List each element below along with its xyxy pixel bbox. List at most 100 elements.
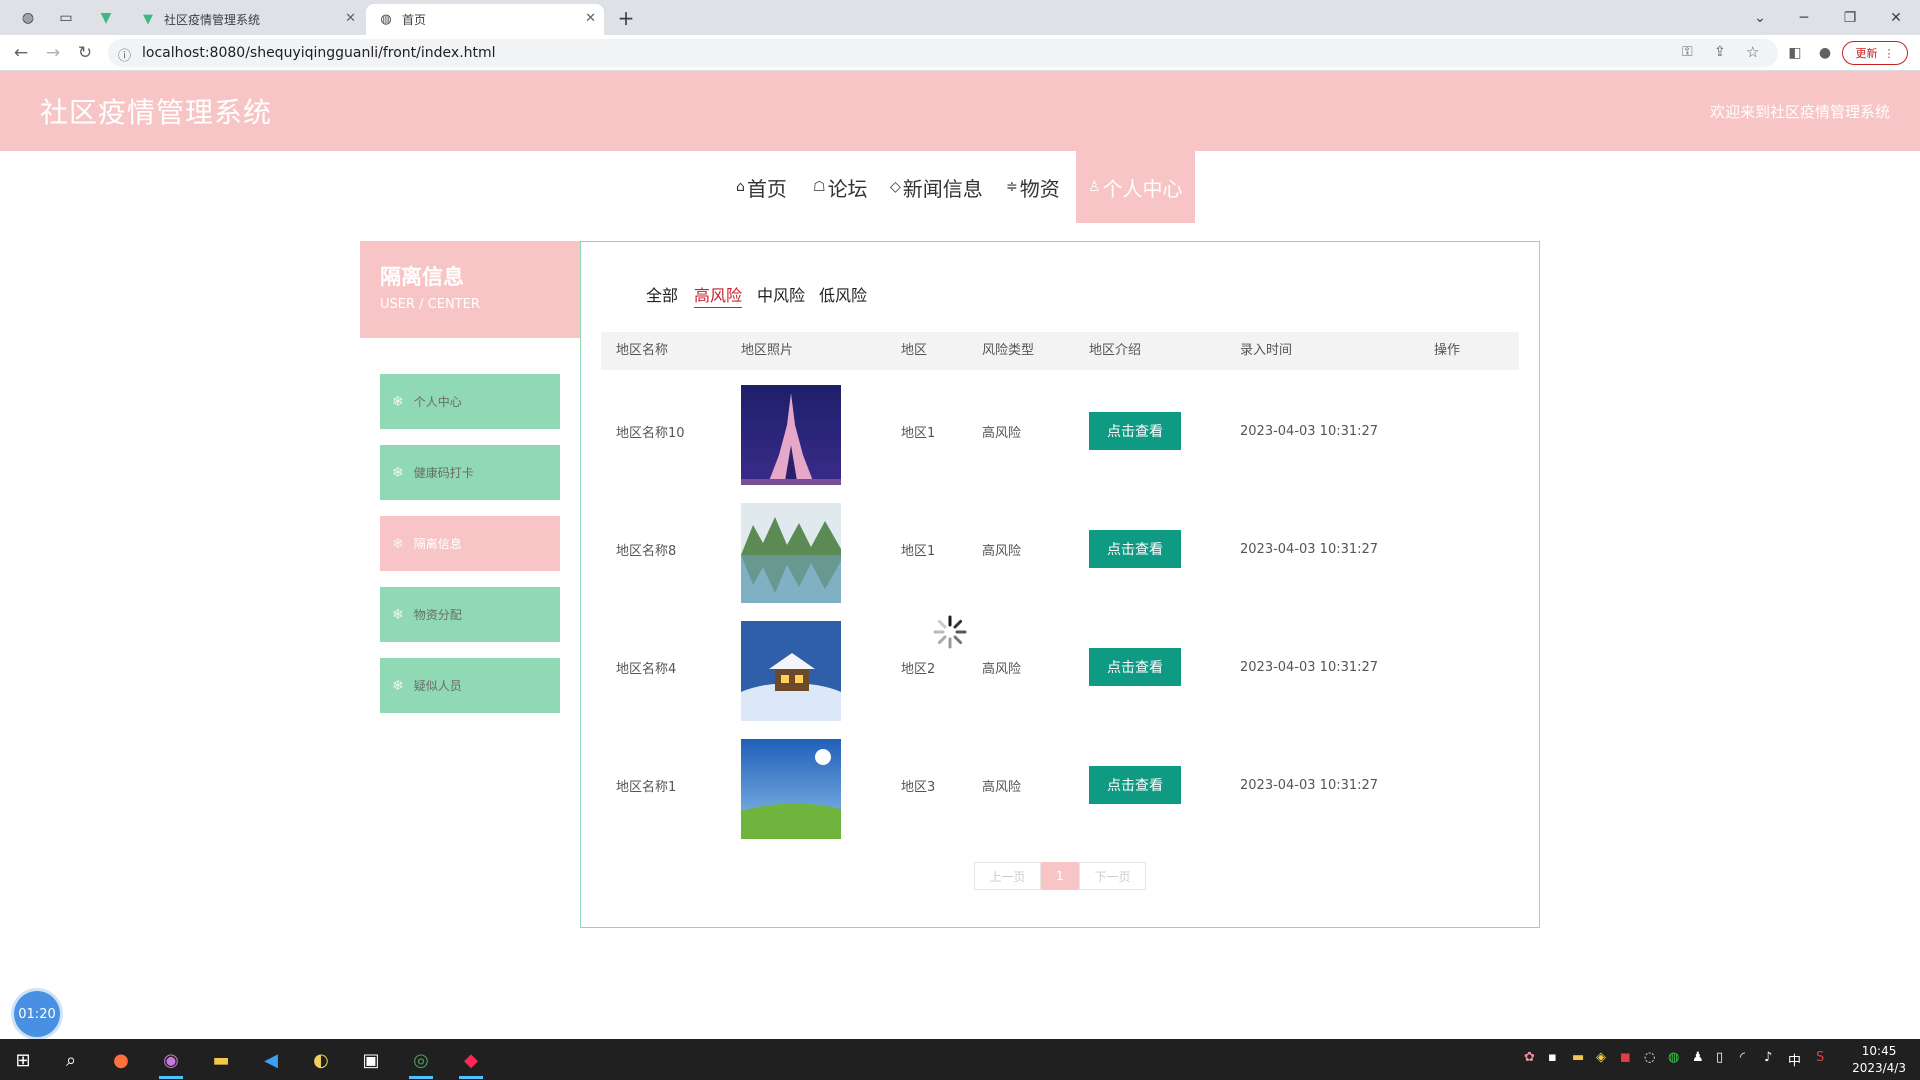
db-tool-icon[interactable]: ◐ [306,1045,336,1075]
clock-time: 10:45 [1861,1044,1897,1058]
snowflake-icon: ❄ [392,393,404,410]
update-button[interactable]: 更新 ⋮ [1842,41,1908,65]
col-region-intro: 地区介绍 [1089,343,1142,358]
key-icon[interactable]: ⚿ [1682,44,1693,60]
terminal-icon[interactable]: ▣ [356,1045,386,1075]
snow-cabin-photo [741,621,841,721]
nav-supplies[interactable]: ≑ 物资 [1006,151,1060,223]
tray-network-app-icon[interactable]: ◌ [1644,1050,1655,1065]
clock-date: 2023/4/3 [1852,1061,1906,1075]
url-text[interactable]: localhost:8080/shequyiqingguanli/front/i… [142,39,496,67]
firefox-icon[interactable]: ● [106,1045,136,1075]
pinned-tab-blank-icon[interactable]: ▭ [52,6,80,30]
filter-high-risk[interactable]: 高风险 [694,282,743,308]
tray-ide-icon[interactable]: ▪ [1548,1050,1557,1065]
vscode-icon[interactable]: ◀ [256,1045,286,1075]
view-details-button[interactable]: 点击查看 [1089,530,1181,568]
site-header: 社区疫情管理系统 欢迎来到社区疫情管理系统 [0,71,1920,151]
chrome-icon[interactable]: ◎ [406,1045,436,1079]
nav-forum[interactable]: ☖ 论坛 [813,151,868,223]
file-explorer-icon[interactable]: ▬ [206,1045,236,1075]
sidebar-item-personal-center[interactable]: ❄ 个人中心 [380,374,560,429]
site-info-icon[interactable]: ⓘ [118,45,131,64]
tray-red-app-icon[interactable]: ◼ [1620,1050,1631,1065]
cell-region-name: 地区名称8 [616,543,677,559]
close-tab-icon[interactable]: ✕ [345,11,356,26]
profile-avatar-icon[interactable]: ● [1812,40,1838,66]
filter-low-risk[interactable]: 低风险 [819,282,867,306]
nav-label: 首页 [746,176,787,201]
sky-meadow-photo [741,739,841,839]
tab-title: 首页 [402,13,427,27]
col-region: 地区 [901,343,928,358]
intellij-icon[interactable]: ◆ [456,1045,486,1079]
cell-risk-type: 高风险 [982,425,1022,441]
view-details-button[interactable]: 点击查看 [1089,766,1181,804]
home-icon: ⌂ [736,179,745,195]
close-tab-icon[interactable]: ✕ [585,11,596,26]
table-row: 地区名称1 地区3 高风险 点击查看 2023-04-03 10:31:27 [601,726,1519,844]
view-details-button[interactable]: 点击查看 [1089,648,1181,686]
pinned-tab-vue-icon[interactable]: ▼ [92,6,120,30]
sliders-icon: ≑ [1006,179,1018,195]
wifi-icon[interactable]: ◜ [1740,1050,1745,1065]
bookmark-star-icon[interactable]: ☆ [1746,43,1759,61]
prev-page-button[interactable]: 上一页 [974,862,1041,890]
cell-region: 地区1 [901,543,936,559]
windows-start-icon[interactable]: ⊞ [8,1045,38,1075]
qq-icon[interactable]: ♟ [1692,1050,1704,1065]
sidebar-item-health-checkin[interactable]: ❄ 健康码打卡 [380,445,560,500]
sidebar-item-isolation-info[interactable]: ❄ 隔离信息 [380,516,560,571]
sidebar-item-label: 疑似人员 [413,679,462,693]
back-arrow-icon[interactable]: ← [8,40,34,66]
filter-medium-risk[interactable]: 中风险 [757,282,805,306]
sidebar-item-label: 健康码打卡 [413,466,474,480]
share-icon[interactable]: ⇪ [1714,44,1726,60]
view-details-button[interactable]: 点击查看 [1089,412,1181,450]
cell-risk-type: 高风险 [982,779,1022,795]
new-tab-plus-icon[interactable]: + [612,6,640,30]
system-clock[interactable]: 10:45 2023/4/3 [1852,1043,1906,1077]
sidebar-title: 隔离信息 [380,265,464,289]
window-close-icon[interactable]: ✕ [1882,6,1910,30]
sogou-ime-icon[interactable]: S [1816,1050,1824,1065]
user-icon: ♙ [1088,179,1101,195]
search-icon[interactable]: ⌕ [56,1045,86,1075]
tray-app-icon[interactable]: ✿ [1524,1050,1535,1065]
page-1-button[interactable]: 1 [1041,862,1079,890]
tray-folder-icon[interactable]: ▬ [1572,1050,1584,1065]
tab-admin-system[interactable]: ▼ 社区疫情管理系统 ✕ [128,4,364,35]
col-actions: 操作 [1434,343,1461,358]
sidebar-item-suspected-persons[interactable]: ❄ 疑似人员 [380,658,560,713]
recording-timer[interactable]: 01:20 [14,991,60,1037]
restore-icon[interactable]: ❐ [1836,6,1864,30]
ime-indicator[interactable]: 中 [1788,1050,1801,1069]
cell-region: 地区1 [901,425,936,441]
wechat-icon[interactable]: ◍ [1668,1050,1679,1065]
col-entry-time: 录入时间 [1240,343,1293,358]
reload-icon[interactable]: ↻ [72,40,98,66]
tray-shield-icon[interactable]: ◈ [1596,1050,1606,1065]
side-panel-icon[interactable]: ◧ [1782,40,1808,66]
sidebar-header: 隔离信息 USER / CENTER [360,241,580,338]
next-page-button[interactable]: 下一页 [1079,862,1146,890]
usb-icon[interactable]: ▯ [1716,1050,1723,1065]
table-row: 地区名称4 地区2 高风险 点击查看 2023-04-03 10:31:27 [601,608,1519,726]
tag-icon: ◇ [890,179,901,195]
forward-arrow-icon[interactable]: → [40,40,66,66]
browser-toolbar: ← → ↻ ⓘ localhost:8080/shequyiqingguanli… [0,35,1920,71]
cell-region-name: 地区名称1 [616,779,677,795]
lake-mountains-photo [741,503,841,603]
volume-icon[interactable]: ♪ [1764,1050,1772,1065]
filter-all[interactable]: 全部 [646,282,678,306]
pinned-tab-globe-icon[interactable]: ◍ [14,6,42,30]
minimize-icon[interactable]: ─ [1790,6,1818,30]
tab-home[interactable]: ◍ 首页 ✕ [366,4,604,35]
address-bar[interactable]: ⓘ localhost:8080/shequyiqingguanli/front… [108,39,1778,67]
sidebar-item-supply-allocation[interactable]: ❄ 物资分配 [380,587,560,642]
nav-home[interactable]: ⌂ 首页 [736,151,787,223]
nav-personal-center[interactable]: ♙ 个人中心 [1076,151,1195,223]
tab-search-chevron-icon[interactable]: ⌄ [1746,6,1774,30]
nav-news[interactable]: ◇ 新闻信息 [890,151,983,223]
media-app-icon[interactable]: ◉ [156,1045,186,1079]
